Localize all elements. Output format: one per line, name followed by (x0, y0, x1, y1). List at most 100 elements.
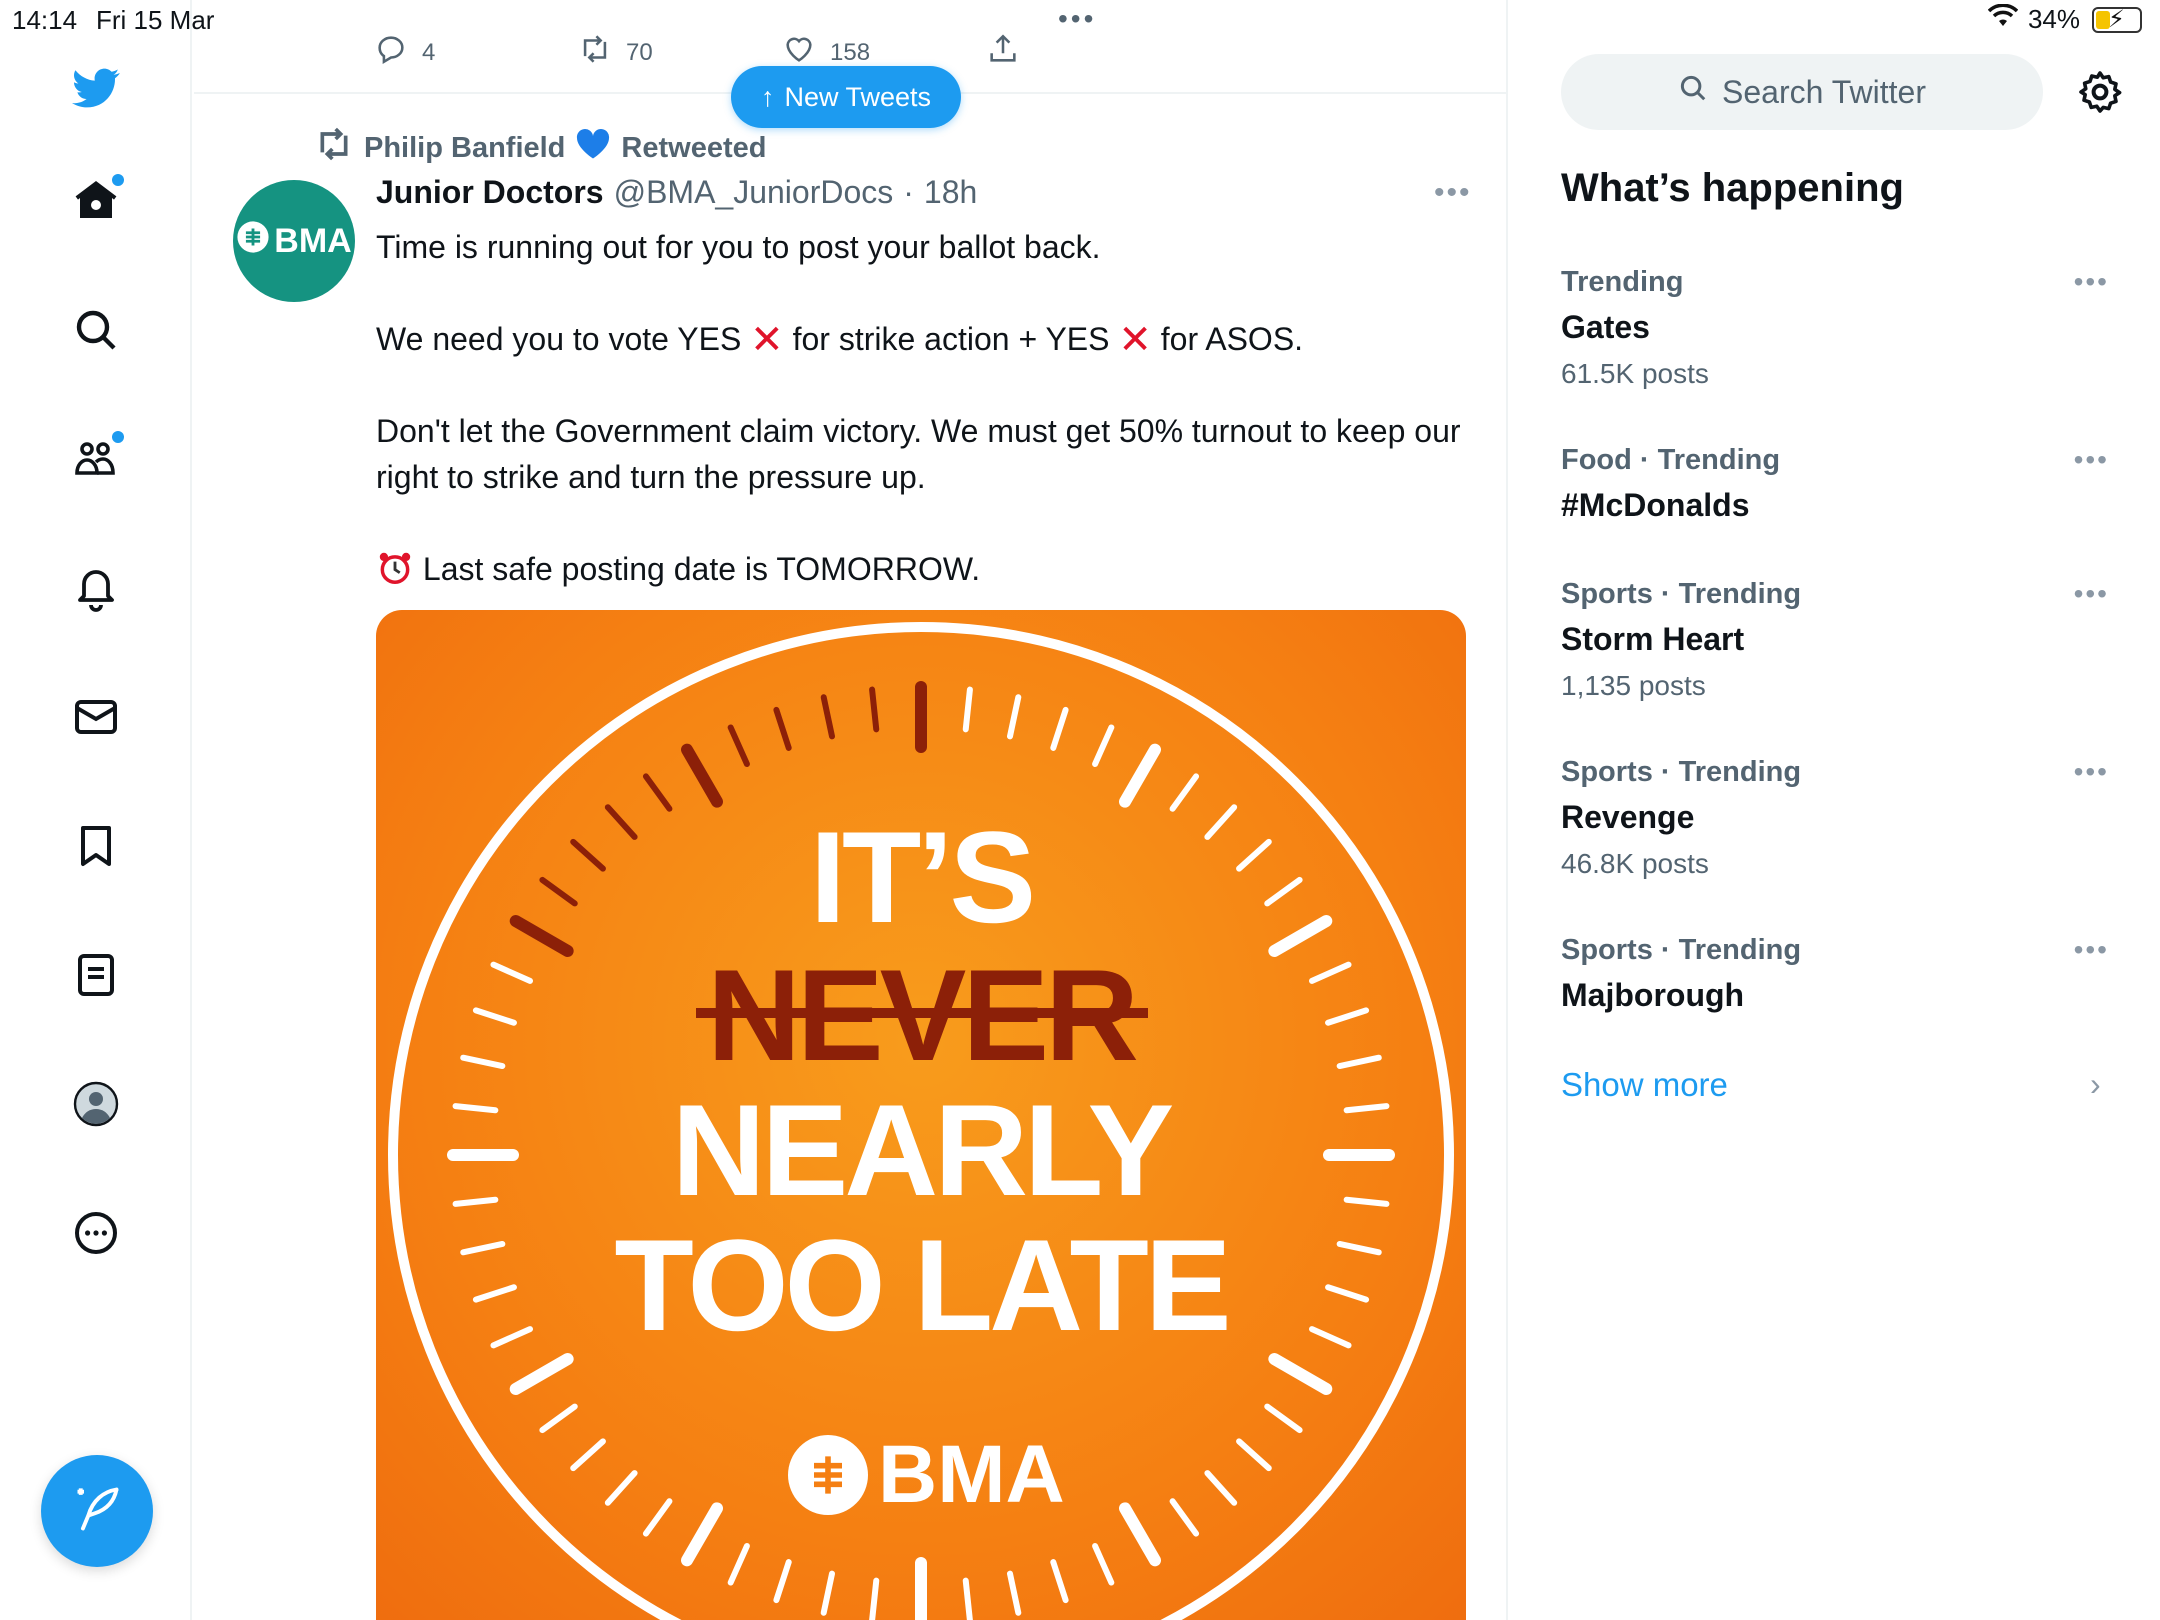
bma-snake-icon (788, 1435, 868, 1515)
reply-button[interactable]: 4 (374, 32, 435, 73)
home-notification-dot (112, 174, 124, 186)
cross-mark-icon: ✕ (1118, 318, 1152, 362)
trend-item[interactable]: Sports · Trending Storm Heart 1,135 post… (1561, 578, 2121, 702)
poster-line-4: TOO LATE (614, 1212, 1231, 1358)
clock-tick (820, 1570, 836, 1616)
trend-item[interactable]: Sports · Trending Revenge 46.8K posts ••… (1561, 756, 2121, 880)
avatar-text: BMA (274, 221, 352, 260)
retweeter-name[interactable]: Philip Banfield (364, 132, 565, 165)
search-icon (72, 306, 120, 359)
communities-notification-dot (112, 431, 124, 443)
retweet-icon (314, 124, 354, 172)
clock-tick (727, 1542, 750, 1586)
nav-explore[interactable] (60, 296, 132, 368)
nav-messages[interactable] (60, 683, 132, 755)
nav-notifications[interactable] (60, 554, 132, 626)
trend-more-icon[interactable]: ••• (2074, 578, 2109, 610)
trend-meta: Sports · Trending (1561, 578, 1802, 610)
clock-tick (1268, 1353, 1333, 1395)
trend-more-icon[interactable]: ••• (2074, 756, 2109, 788)
nav-more[interactable] (60, 1199, 132, 1271)
wifi-icon (1987, 3, 2019, 35)
tweet-text-segment: We need you to vote YES (376, 321, 742, 357)
author-handle[interactable]: @BMA_JuniorDocs (614, 174, 894, 211)
author-name[interactable]: Junior Doctors (376, 174, 604, 211)
bma-logo-icon (236, 220, 270, 263)
chevron-right-icon[interactable]: › (2090, 1066, 2101, 1103)
reply-count: 4 (422, 38, 436, 66)
trend-more-icon[interactable]: ••• (2074, 934, 2109, 966)
clock-tick (604, 1470, 638, 1506)
clock-tick (509, 1353, 574, 1395)
clock-tick (570, 1438, 606, 1472)
tweet-more-icon[interactable]: ••• (1434, 176, 1472, 210)
trend-meta: Sports · Trending (1561, 934, 1802, 966)
search-placeholder: Search Twitter (1722, 73, 1926, 110)
new-tweets-button[interactable]: ↑ New Tweets (731, 66, 961, 128)
envelope-icon (72, 693, 120, 746)
compose-tweet-button[interactable] (41, 1455, 153, 1567)
whats-happening-heading: What’s happening (1561, 166, 1904, 210)
clock-tick (1092, 724, 1115, 768)
retweet-button[interactable]: 70 (578, 32, 653, 73)
tweet-text-segment: Last safe posting date is TOMORROW. (422, 551, 981, 587)
show-more-link[interactable]: Show more (1561, 1066, 1728, 1104)
trend-name: Majborough (1561, 977, 1745, 1013)
poster-logo-text: BMA (878, 1429, 1065, 1520)
nav-lists[interactable] (60, 941, 132, 1013)
tweet-time[interactable]: 18h (924, 174, 977, 211)
trend-item[interactable]: Food · Trending #McDonalds ••• (1561, 444, 2121, 524)
clock-tick (773, 706, 792, 751)
clock-tick (1204, 1470, 1238, 1506)
settings-gear-icon[interactable] (2076, 68, 2124, 116)
clock-tick (1119, 743, 1161, 808)
search-input[interactable]: Search Twitter (1561, 54, 2043, 130)
retweeted-label: Retweeted (621, 131, 767, 164)
retweeted-by: Philip Banfield Retweeted (314, 124, 766, 172)
trend-count: 61.5K posts (1561, 358, 1709, 389)
trend-item[interactable]: Trending Gates 61.5K posts ••• (1561, 266, 2121, 390)
nav-home[interactable] (60, 166, 132, 238)
trend-item[interactable]: Sports · Trending Majborough ••• (1561, 934, 2121, 1014)
clock-tick (681, 743, 723, 808)
trend-meta: Sports · Trending (1561, 756, 1802, 788)
tweet-text-segment: for ASOS. (1160, 321, 1304, 357)
trend-more-icon[interactable]: ••• (2074, 266, 2109, 298)
reply-icon (374, 32, 408, 73)
clock-tick (869, 686, 880, 733)
like-count: 158 (830, 38, 871, 66)
share-icon (986, 32, 1020, 73)
nav-communities[interactable] (60, 425, 132, 497)
trend-name: Storm Heart (1561, 621, 1745, 657)
list-icon (72, 951, 120, 1004)
trend-more-icon[interactable]: ••• (2074, 444, 2109, 476)
poster-line-3: NEARLY (671, 1077, 1175, 1223)
tweet-text: Time is running out for you to post your… (376, 224, 1476, 592)
timeline: 4 70 158 ↑ New Tweets Philip Banfield Re… (194, 0, 1508, 1620)
tweet-media-image[interactable]: IT’S NEVER NEARLY TOO LATE BMA (376, 610, 1466, 1620)
alarm-clock-icon (376, 551, 414, 587)
trend-count: 1,135 posts (1561, 670, 1706, 701)
compose-feather-icon (71, 1483, 123, 1540)
author-avatar[interactable]: BMA (233, 180, 355, 302)
nav-profile[interactable] (60, 1070, 132, 1142)
retweet-count: 70 (626, 38, 653, 66)
share-button[interactable] (986, 32, 1020, 73)
clock-tick (1006, 694, 1022, 740)
clock-tick (539, 1403, 578, 1434)
search-icon (1678, 73, 1708, 111)
nav-bookmarks[interactable] (60, 812, 132, 884)
battery-icon: ⚡ (2092, 6, 2142, 33)
avatar-icon (72, 1080, 120, 1133)
communities-icon (72, 435, 120, 488)
blue-heart-icon (575, 128, 611, 168)
tweet-line: We need you to vote YES ✕ for strike act… (376, 316, 1476, 362)
twitter-logo-icon[interactable] (60, 52, 132, 124)
new-tweets-label: New Tweets (784, 81, 932, 112)
more-circle-icon (72, 1209, 120, 1262)
separator-dot: · (903, 174, 914, 210)
bookmark-icon (72, 822, 120, 875)
poster-bma-logo: BMA (788, 1428, 1065, 1522)
status-indicators: 34% ⚡ (1987, 3, 2142, 35)
clock-tick (1050, 1559, 1069, 1604)
